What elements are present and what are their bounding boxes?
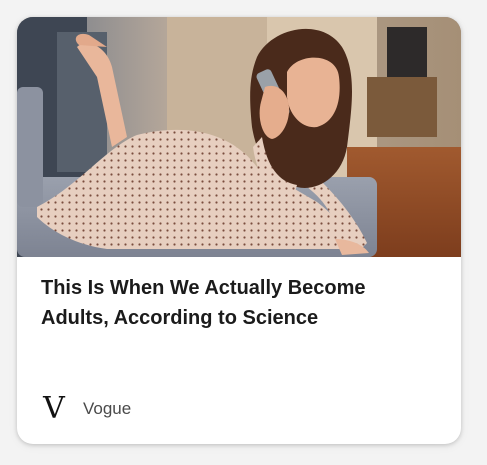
source-attribution[interactable]: V Vogue xyxy=(41,394,131,424)
vogue-logo-icon: V xyxy=(43,391,65,426)
thumbnail-illustration xyxy=(17,17,461,257)
article-headline[interactable]: This Is When We Actually Become Adults, … xyxy=(41,273,437,333)
news-card[interactable]: This Is When We Actually Become Adults, … xyxy=(17,17,461,444)
source-name: Vogue xyxy=(83,399,132,418)
article-thumbnail[interactable] xyxy=(17,17,461,257)
